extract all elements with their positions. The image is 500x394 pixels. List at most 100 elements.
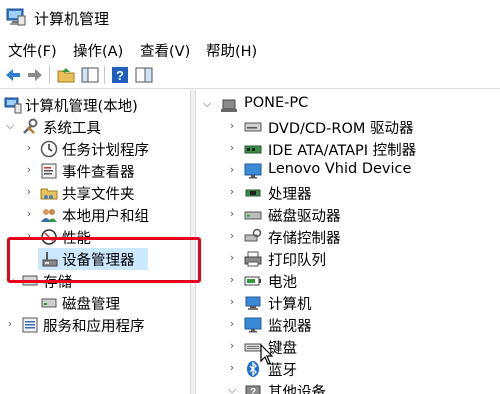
up-folder-icon[interactable] [56, 65, 76, 85]
tree-label: 事件查看器 [62, 165, 135, 181]
users-icon [41, 209, 57, 222]
device-category-label: DVD/CD-ROM 驱动器 [268, 121, 414, 137]
device-category-lenovo-vhid[interactable]: › Lenovo Vhid Device [196, 160, 496, 182]
device-tree-root[interactable]: ⌵ PONE-PC [196, 94, 496, 116]
chevron-right-icon[interactable]: › [226, 295, 238, 309]
device-category-other-devices[interactable]: ⌵ ? 其他设备 [196, 380, 496, 394]
chevron-right-icon[interactable]: › [226, 229, 238, 243]
device-category-print-queues[interactable]: › 打印队列 [196, 248, 496, 270]
tree-item-event-viewer[interactable]: › 事件查看器 [0, 160, 190, 182]
printer-icon [244, 251, 262, 267]
storage-controller-icon [244, 228, 262, 242]
device-category-label: 其他设备 [268, 385, 326, 394]
computer-management-icon [4, 97, 22, 114]
menu-help[interactable]: 帮助(H) [206, 40, 257, 61]
chevron-right-icon[interactable]: › [226, 339, 238, 353]
chevron-right-icon[interactable]: › [23, 141, 35, 155]
tree-label: 系统工具 [43, 121, 101, 137]
tools-icon [23, 118, 38, 134]
device-category-label: 计算机 [268, 297, 312, 313]
tree-item-shared-folders[interactable]: › 共享文件夹 [0, 182, 190, 204]
device-tree-label: PONE-PC [244, 95, 309, 111]
device-category-label: IDE ATA/ATAPI 控制器 [268, 143, 417, 159]
tree-item-task-scheduler[interactable]: › 任务计划程序 [0, 138, 190, 160]
device-category-label: 存储控制器 [268, 231, 341, 247]
tree-item-system-tools[interactable]: ⌵ 系统工具 [0, 116, 190, 138]
tree-item-local-users-groups[interactable]: › 本地用户和组 [0, 204, 190, 226]
dvd-drive-icon [244, 122, 262, 132]
unknown-device-icon: ? [245, 385, 261, 394]
device-category-ide[interactable]: › IDE ATA/ATAPI 控制器 [196, 138, 496, 160]
chevron-right-icon[interactable]: › [226, 119, 238, 133]
chevron-right-icon[interactable]: › [23, 163, 35, 177]
monitor-icon [244, 163, 262, 179]
menu-bar: 文件(F) 操作(A) 查看(V) 帮助(H) [0, 37, 500, 61]
window-title: 计算机管理 [34, 10, 110, 28]
tree-label: 计算机管理(本地) [25, 99, 138, 115]
show-hide-tree-icon[interactable] [80, 65, 100, 85]
forward-arrow-icon[interactable] [25, 65, 45, 85]
event-viewer-icon [41, 163, 57, 179]
toolbar-separator [104, 66, 105, 84]
services-icon [22, 317, 38, 333]
battery-icon [244, 276, 261, 286]
device-category-battery[interactable]: › 电池 [196, 270, 496, 292]
processor-icon [245, 189, 261, 197]
menu-file[interactable]: 文件(F) [8, 40, 57, 61]
chevron-right-icon[interactable]: › [226, 251, 238, 265]
disk-drive-icon [244, 211, 262, 220]
chevron-down-icon[interactable]: ⌵ [201, 97, 213, 111]
tree-item-services-applications[interactable]: › 服务和应用程序 [0, 314, 190, 336]
ide-controller-icon [244, 145, 262, 154]
chevron-down-icon[interactable]: ⌵ [226, 383, 238, 394]
device-category-label: 监视器 [268, 319, 312, 335]
title-bar: 计算机管理 [0, 0, 500, 36]
device-category-monitors[interactable]: › 监视器 [196, 314, 496, 336]
chevron-right-icon[interactable]: › [226, 207, 238, 221]
device-category-dvd[interactable]: › DVD/CD-ROM 驱动器 [196, 116, 496, 138]
computer-management-icon [6, 8, 26, 26]
chevron-right-icon[interactable]: › [4, 317, 16, 331]
device-category-storage-controllers[interactable]: › 存储控制器 [196, 226, 496, 248]
chevron-right-icon[interactable]: › [226, 273, 238, 287]
back-arrow-icon[interactable] [3, 65, 23, 85]
device-category-label: 磁盘驱动器 [268, 209, 341, 225]
mouse-cursor-icon [260, 344, 274, 365]
chevron-right-icon[interactable]: › [226, 361, 238, 375]
clock-icon [40, 140, 58, 158]
menu-view[interactable]: 查看(V) [140, 40, 190, 61]
help-icon[interactable]: ? [110, 65, 130, 85]
device-category-bluetooth[interactable]: › 蓝牙 [196, 358, 496, 380]
tree-label: 磁盘管理 [62, 297, 120, 313]
chevron-right-icon[interactable]: › [226, 163, 238, 177]
chevron-right-icon[interactable]: › [23, 185, 35, 199]
computer-icon [221, 99, 237, 112]
svg-text:?: ? [116, 68, 124, 83]
toolbar-separator [49, 66, 50, 84]
device-category-disk-drives[interactable]: › 磁盘驱动器 [196, 204, 496, 226]
svg-text:?: ? [250, 387, 256, 394]
device-category-label: 电池 [268, 275, 297, 291]
tree-item-disk-management[interactable]: 磁盘管理 [0, 292, 190, 314]
device-category-label: 处理器 [268, 187, 312, 203]
tree-label: 本地用户和组 [62, 209, 149, 225]
device-category-keyboards[interactable]: › 键盘 [196, 336, 496, 358]
device-category-label: 打印队列 [268, 253, 326, 269]
shared-folder-icon [40, 188, 58, 200]
monitor-icon [244, 317, 262, 333]
tree-item-computer-management[interactable]: 计算机管理(本地) [0, 94, 190, 116]
chevron-down-icon[interactable]: ⌵ [4, 119, 16, 133]
chevron-right-icon[interactable]: › [23, 207, 35, 221]
computer-icon [245, 296, 261, 310]
toolbar: ? [0, 61, 500, 89]
chevron-right-icon[interactable]: › [226, 185, 238, 199]
device-category-computer[interactable]: › 计算机 [196, 292, 496, 314]
device-tree-pane: ⌵ PONE-PC › DVD/CD-ROM 驱动器 › IDE ATA/ATA… [196, 90, 500, 394]
chevron-right-icon[interactable]: › [226, 317, 238, 331]
highlight-annotation [7, 237, 201, 283]
device-category-processor[interactable]: › 处理器 [196, 182, 496, 204]
disk-management-icon [41, 298, 57, 308]
chevron-right-icon[interactable]: › [226, 141, 238, 155]
menu-action[interactable]: 操作(A) [73, 40, 123, 61]
show-action-pane-icon[interactable] [134, 65, 154, 85]
